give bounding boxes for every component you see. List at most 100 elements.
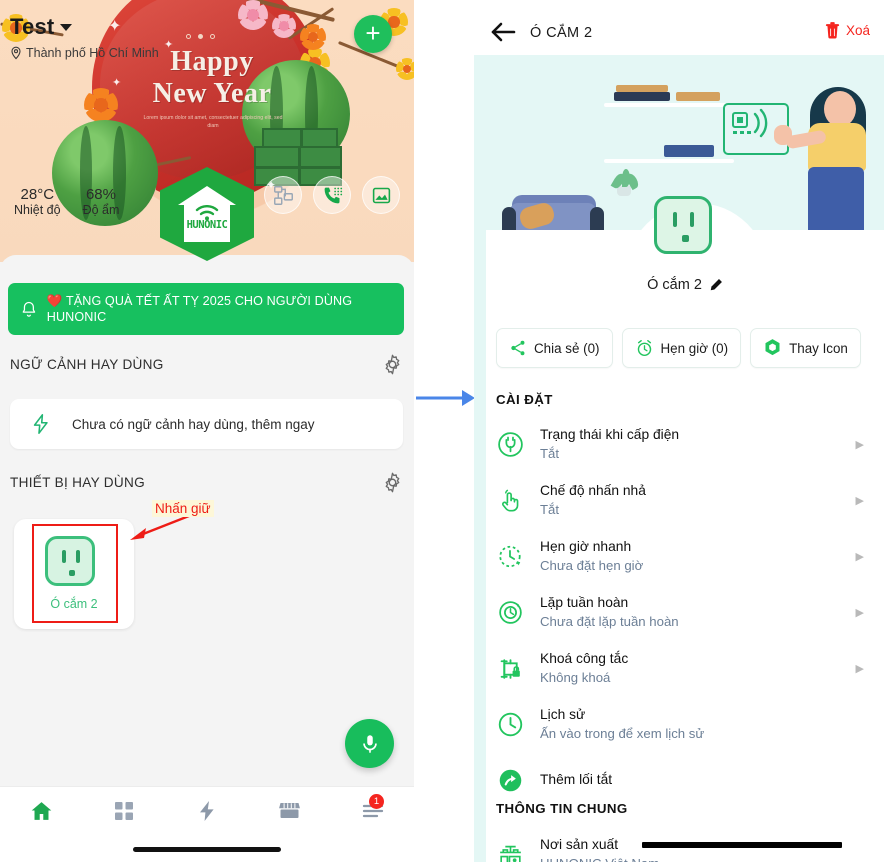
setting-title: Chế độ nhấn nhả (540, 482, 646, 498)
redaction-bar (642, 842, 842, 848)
info-subtitle: HUNONIC Việt Nam (540, 855, 864, 862)
alarm-clock-icon (637, 339, 651, 356)
left-phone-screen: ✦ ✦ ✦ ✦ Happy New Year Lorem ipsum dolor… (0, 0, 414, 862)
setting-subtitle: Chưa đặt hẹn giờ (540, 557, 644, 573)
person-illustration (824, 91, 856, 127)
setting-title: Lịch sử (540, 706, 586, 722)
bolt-icon (199, 801, 214, 821)
change-icon-button[interactable]: Thay Icon (750, 328, 861, 368)
timer-button[interactable]: Hẹn giờ (0) (621, 328, 742, 368)
phone-dialpad-icon (324, 187, 342, 203)
book-decor (664, 145, 714, 157)
tab-menu[interactable]: 1 (331, 794, 414, 821)
change-icon-label: Thay Icon (789, 340, 848, 356)
bottom-tab-bar: 1 (0, 786, 414, 862)
book-decor (614, 92, 670, 101)
banner-subtitle: Lorem ipsum dolor sit amet, consectetuer… (143, 115, 283, 129)
info-row-manufacturer: Nơi sản xuất HUNONIC Việt Nam (496, 826, 864, 862)
bell-icon (22, 301, 36, 317)
peach-blossom-icon (272, 14, 296, 38)
empty-scenes-text: Chưa có ngữ cảnh hay dùng, thêm ngay (72, 416, 315, 432)
hexagon-icon (765, 339, 780, 356)
screenshot-root: ✦ ✦ ✦ ✦ Happy New Year Lorem ipsum dolor… (0, 0, 884, 862)
setting-row-switch-lock[interactable]: Khoá công tắc Không khoá ▶ (496, 640, 864, 696)
home-name-label: Test (10, 14, 55, 39)
setting-subtitle: Không khoá (540, 669, 611, 685)
trash-icon (825, 22, 840, 39)
apricot-blossom-icon (396, 58, 414, 80)
highlight-box (32, 524, 118, 623)
setting-row-add-shortcut[interactable]: Thêm lối tắt (496, 752, 864, 808)
detail-header: Ó CẮM 2 Xoá (474, 0, 884, 55)
weather-widget: 28°C Nhiệt độ 68% Độ ẩm (14, 186, 119, 217)
page-title: Ó CẮM 2 (530, 25, 593, 41)
setting-subtitle: Ấn vào trong để xem lịch sử (540, 725, 705, 741)
info-section-title: THÔNG TIN CHUNG (496, 801, 628, 816)
device-name-row[interactable]: Ó cắm 2 (486, 277, 884, 293)
repeat-cycle-icon (496, 598, 540, 627)
chevron-right-icon: ▶ (855, 438, 864, 451)
promo-heart-icon: ❤️ (46, 294, 63, 308)
setting-subtitle: Tắt (540, 445, 560, 461)
right-phone-screen: Ó CẮM 2 Xoá Ó cắm 2 Chia sẻ (0) Hẹn giờ … (474, 0, 884, 862)
clock-icon (496, 710, 540, 739)
empty-scenes-card[interactable]: Chưa có ngữ cảnh hay dùng, thêm ngay (10, 399, 403, 449)
device-name-label: Ó cắm 2 (647, 277, 702, 293)
devices-section-title: THIẾT BỊ HAY DÙNG (10, 474, 146, 490)
quick-timer-icon (496, 542, 540, 571)
location-row: Thành phố Hồ Chí Minh (10, 46, 159, 60)
home-icon (31, 801, 52, 820)
share-icon (511, 340, 525, 356)
setting-title: Thêm lối tắt (540, 772, 613, 787)
setting-title: Hẹn giờ nhanh (540, 538, 632, 554)
setting-subtitle: Chưa đặt lặp tuần hoàn (540, 613, 679, 629)
share-button[interactable]: Chia sẻ (0) (496, 328, 613, 368)
setting-row-history[interactable]: Lịch sử Ấn vào trong để xem lịch sử (496, 696, 864, 752)
scenes-section-header: NGỮ CẢNH HAY DÙNG (10, 352, 404, 376)
setting-row-quick-timer[interactable]: Hẹn giờ nhanh Chưa đặt hẹn giờ ▶ (496, 528, 864, 584)
factory-icon (496, 840, 540, 862)
store-icon (279, 803, 301, 818)
person-illustration (774, 125, 792, 145)
setting-row-power-on-state[interactable]: Trạng thái khi cấp điện Tắt ▶ (496, 416, 864, 472)
promo-label: TẶNG QUÀ TẾT ẤT TỴ 2025 CHO NGƯỜI DÙNG H… (46, 294, 353, 324)
banner-title-line1: Happy (170, 46, 254, 77)
timer-label: Hẹn giờ (0) (660, 340, 729, 356)
chevron-right-icon: ▶ (855, 550, 864, 563)
tab-scenes[interactable] (166, 798, 249, 824)
chevron-right-icon: ▶ (855, 494, 864, 507)
gear-icon[interactable] (381, 353, 404, 376)
add-device-button[interactable]: + (354, 15, 392, 53)
image-gallery-button[interactable] (362, 176, 400, 214)
caret-down-icon (60, 23, 73, 31)
network-topology-button[interactable] (264, 176, 302, 214)
tab-store[interactable] (248, 800, 331, 822)
promo-banner[interactable]: ❤️ TẶNG QUÀ TẾT ẤT TỴ 2025 CHO NGƯỜI DÙN… (8, 283, 404, 335)
humidity-label: Độ ẩm (82, 203, 120, 217)
promo-text: ❤️ TẶNG QUÀ TẾT ẤT TỴ 2025 CHO NGƯỜI DÙN… (47, 293, 392, 325)
humidity-block: 68% Độ ẩm (83, 186, 120, 217)
setting-row-momentary-mode[interactable]: Chế độ nhấn nhả Tắt ▶ (496, 472, 864, 528)
home-selector[interactable]: Test (10, 14, 73, 40)
tab-devices[interactable] (83, 799, 166, 823)
phone-dialpad-button[interactable] (313, 176, 351, 214)
share-label: Chia sẻ (0) (534, 340, 600, 356)
map-pin-icon (11, 46, 21, 60)
voice-assistant-button[interactable] (345, 719, 394, 768)
annotation-label: Nhấn giữ (152, 500, 214, 517)
left-edge-strip (474, 55, 486, 862)
tab-home[interactable] (0, 799, 83, 824)
temperature-value: 28°C (20, 186, 55, 203)
plug-power-icon (496, 430, 540, 459)
delete-device-button[interactable]: Xoá (825, 22, 870, 39)
humidity-value: 68% (85, 186, 116, 203)
setting-row-weekly-repeat[interactable]: Lặp tuần hoàn Chưa đặt lặp tuần hoàn ▶ (496, 584, 864, 640)
settings-section-title: CÀI ĐẶT (496, 392, 553, 407)
setting-title: Khoá công tắc (540, 650, 629, 666)
flow-arrow (416, 390, 475, 406)
location-label: Thành phố Hồ Chí Minh (26, 46, 159, 60)
arrow-left-icon[interactable] (490, 22, 516, 42)
shelf-decor (604, 159, 734, 163)
gear-icon[interactable] (381, 471, 404, 494)
pencil-icon[interactable] (709, 278, 723, 292)
